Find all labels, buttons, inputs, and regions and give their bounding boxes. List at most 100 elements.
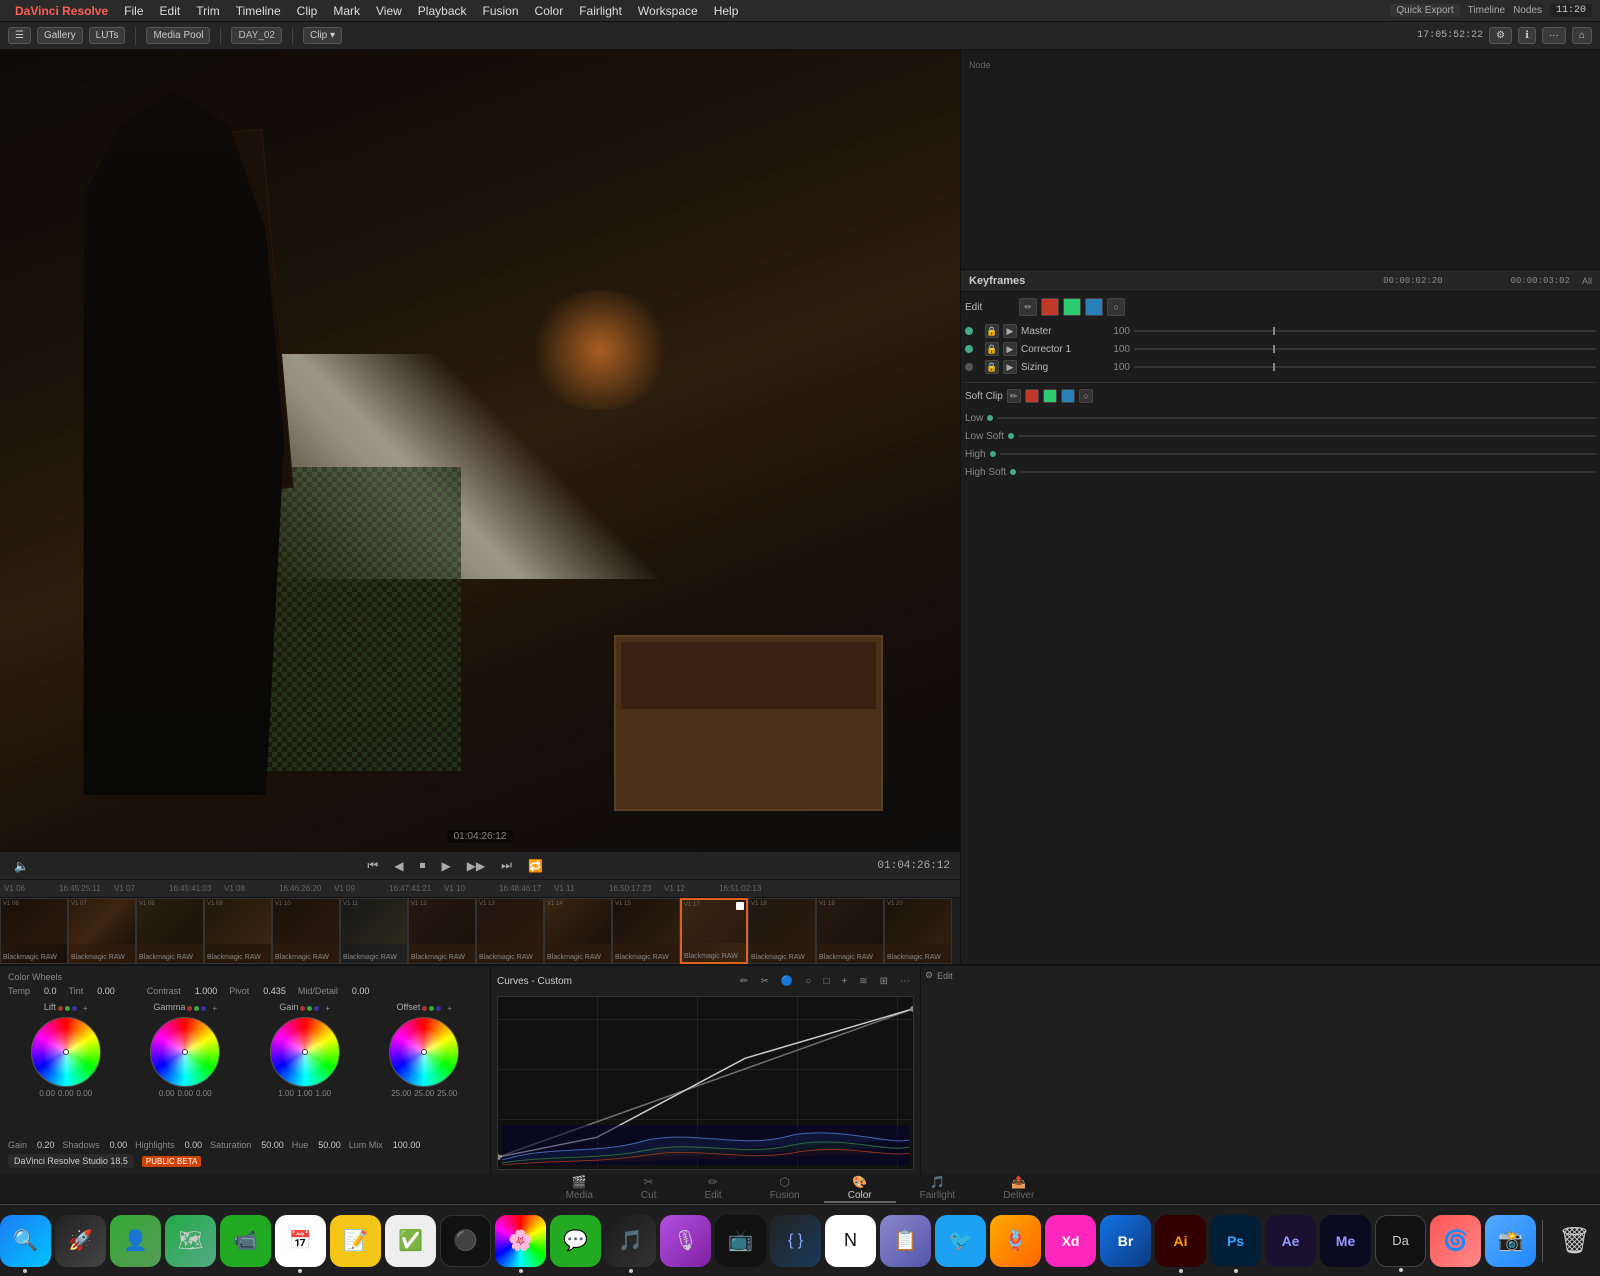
tint-value[interactable]: 0.00 bbox=[97, 986, 115, 996]
media-pool-icon[interactable]: Media Pool bbox=[146, 27, 210, 44]
video-preview[interactable]: 01:04:26:12 bbox=[0, 50, 960, 851]
lift-wheel[interactable] bbox=[31, 1017, 101, 1087]
tab-color[interactable]: 🎨 Color bbox=[824, 1174, 896, 1203]
curves-eyedropper[interactable]: 🔵 bbox=[777, 975, 797, 988]
workspace-menu[interactable]: Workspace bbox=[631, 2, 705, 20]
soft-clip-green[interactable] bbox=[1043, 389, 1057, 403]
gain-val-b2[interactable]: 0.20 bbox=[37, 1140, 55, 1150]
dock-trash[interactable]: 🗑 bbox=[1549, 1215, 1600, 1267]
tab-media[interactable]: 🎬 Media bbox=[542, 1174, 617, 1203]
dock-cleanmymac[interactable]: 🌀 bbox=[1430, 1215, 1481, 1267]
curves-wave[interactable]: ≋ bbox=[855, 975, 871, 988]
clip-thumb[interactable]: V1 19 Blackmagic RAW bbox=[816, 898, 884, 964]
edit-pencil-btn[interactable]: ✏ bbox=[1019, 298, 1037, 316]
gain-expand[interactable]: + bbox=[325, 1004, 330, 1013]
next-frame-btn[interactable]: ▶▶ bbox=[463, 857, 489, 875]
media-pool-btn[interactable]: ☰ bbox=[8, 27, 31, 44]
curves-grid[interactable]: ⊞ bbox=[876, 975, 892, 988]
dock-messages[interactable]: 💬 bbox=[550, 1215, 601, 1267]
dock-photoshop[interactable]: Ps bbox=[1210, 1215, 1261, 1267]
tab-fusion[interactable]: ⬡ Fusion bbox=[746, 1174, 824, 1203]
highlights-value[interactable]: 0.00 bbox=[185, 1140, 203, 1150]
dock-calendar[interactable]: 📅 bbox=[275, 1215, 326, 1267]
dock-podcasts[interactable]: 🎙 bbox=[660, 1215, 711, 1267]
settings-btn[interactable]: ⚙ bbox=[1489, 27, 1512, 44]
dock-tv[interactable]: 📺 bbox=[715, 1215, 766, 1267]
master-lock[interactable]: 🔒 bbox=[985, 324, 999, 338]
stop-btn[interactable]: ⏹ bbox=[415, 856, 429, 875]
tab-deliver[interactable]: 📤 Deliver bbox=[979, 1174, 1058, 1203]
dock-bridge[interactable]: Br bbox=[1100, 1215, 1151, 1267]
low-soft-slider[interactable] bbox=[1018, 435, 1596, 437]
skip-end-btn[interactable]: ⏭ bbox=[497, 856, 516, 875]
offset-wheel[interactable] bbox=[389, 1017, 459, 1087]
clip-thumb[interactable]: V1 10 Blackmagic RAW bbox=[272, 898, 340, 964]
clip-thumb[interactable]: V1 15 Blackmagic RAW bbox=[612, 898, 680, 964]
quick-export[interactable]: Quick Export bbox=[1390, 4, 1459, 17]
edit-menu[interactable]: Edit bbox=[153, 2, 188, 20]
clip-thumb-selected[interactable]: V1 17 Blackmagic RAW bbox=[680, 898, 748, 964]
curves-pen[interactable]: ✏ bbox=[736, 975, 752, 988]
app-menu[interactable]: DaVinci Resolve bbox=[8, 2, 115, 20]
timeline-menu[interactable]: Timeline bbox=[229, 2, 288, 20]
dock-music[interactable]: 🎵 bbox=[605, 1215, 656, 1267]
pivot-value[interactable]: 0.435 bbox=[263, 986, 286, 996]
dock-notchmeister[interactable]: ⚫ bbox=[440, 1215, 491, 1267]
more-btn[interactable]: ··· bbox=[1542, 27, 1566, 44]
day-selector[interactable]: DAY_02 bbox=[231, 27, 282, 44]
play-btn[interactable]: ▶ bbox=[437, 857, 454, 875]
help-menu[interactable]: Help bbox=[707, 2, 746, 20]
fairlight-menu[interactable]: Fairlight bbox=[572, 2, 629, 20]
clip-thumb[interactable]: V1 18 Blackmagic RAW bbox=[748, 898, 816, 964]
kf-all[interactable]: All bbox=[1582, 276, 1592, 286]
tab-cut[interactable]: ✂ Cut bbox=[617, 1174, 681, 1203]
clip-mode-btn[interactable]: Clip ▾ bbox=[303, 27, 342, 44]
clip-thumb[interactable]: V1 12 Blackmagic RAW bbox=[408, 898, 476, 964]
shadows-value[interactable]: 0.00 bbox=[110, 1140, 128, 1150]
view-menu[interactable]: View bbox=[369, 2, 409, 20]
clip-thumb[interactable]: V1 11 Blackmagic RAW bbox=[340, 898, 408, 964]
clip-thumb[interactable]: V1 07 Blackmagic RAW bbox=[68, 898, 136, 964]
clip-thumb[interactable]: V1 08 Blackmagic RAW bbox=[136, 898, 204, 964]
color-menu[interactable]: Color bbox=[528, 2, 571, 20]
dock-illustrator[interactable]: Ai bbox=[1155, 1215, 1206, 1267]
contrast-value[interactable]: 1.000 bbox=[195, 986, 218, 996]
clip-menu[interactable]: Clip bbox=[290, 2, 325, 20]
offset-expand[interactable]: + bbox=[447, 1004, 452, 1013]
lift-expand[interactable]: + bbox=[83, 1004, 88, 1013]
hue-value[interactable]: 50.00 bbox=[318, 1140, 341, 1150]
mark-menu[interactable]: Mark bbox=[326, 2, 367, 20]
gallery-btn[interactable]: Gallery bbox=[37, 27, 83, 44]
gain-wheel[interactable] bbox=[270, 1017, 340, 1087]
saturation-value[interactable]: 50.00 bbox=[261, 1140, 284, 1150]
dock-davinci[interactable]: Da bbox=[1375, 1215, 1426, 1267]
dock-scriptable[interactable]: { } bbox=[770, 1215, 821, 1267]
dock-reminders[interactable]: ✅ bbox=[385, 1215, 436, 1267]
dock-notes[interactable]: 📝 bbox=[330, 1215, 381, 1267]
high-slider[interactable] bbox=[1000, 453, 1596, 455]
clip-thumb[interactable]: V1 09 Blackmagic RAW bbox=[204, 898, 272, 964]
dock-aftereffects[interactable]: Ae bbox=[1265, 1215, 1316, 1267]
curves-square[interactable]: □ bbox=[819, 975, 833, 988]
soft-clip-pencil[interactable]: ✏ bbox=[1007, 389, 1021, 403]
curves-crosshair[interactable]: + bbox=[837, 975, 851, 988]
dock-contacts[interactable]: 👤 bbox=[110, 1215, 161, 1267]
trim-menu[interactable]: Trim bbox=[189, 2, 227, 20]
high-soft-slider[interactable] bbox=[1020, 471, 1596, 473]
dock-facetime[interactable]: 📹 bbox=[220, 1215, 271, 1267]
lum-mix-value[interactable]: 100.00 bbox=[393, 1140, 421, 1150]
dock-notion[interactable]: N bbox=[825, 1215, 876, 1267]
tab-fairlight[interactable]: 🎵 Fairlight bbox=[896, 1174, 980, 1203]
home-btn[interactable]: ⌂ bbox=[1572, 27, 1592, 44]
dock-maps[interactable]: 🗺 bbox=[165, 1215, 216, 1267]
volume-btn[interactable]: 🔈 bbox=[10, 857, 33, 875]
info-btn[interactable]: ℹ bbox=[1518, 27, 1536, 44]
dock-screenium[interactable]: 📸 bbox=[1485, 1215, 1536, 1267]
temp-value[interactable]: 0.0 bbox=[44, 986, 57, 996]
clip-thumb[interactable]: V1 14 Blackmagic RAW bbox=[544, 898, 612, 964]
soft-clip-blue[interactable] bbox=[1061, 389, 1075, 403]
soft-clip-circle[interactable]: ○ bbox=[1079, 389, 1093, 403]
prev-frame-btn[interactable]: ◀ bbox=[390, 857, 407, 875]
edit-red-btn[interactable] bbox=[1041, 298, 1059, 316]
fusion-menu[interactable]: Fusion bbox=[476, 2, 526, 20]
